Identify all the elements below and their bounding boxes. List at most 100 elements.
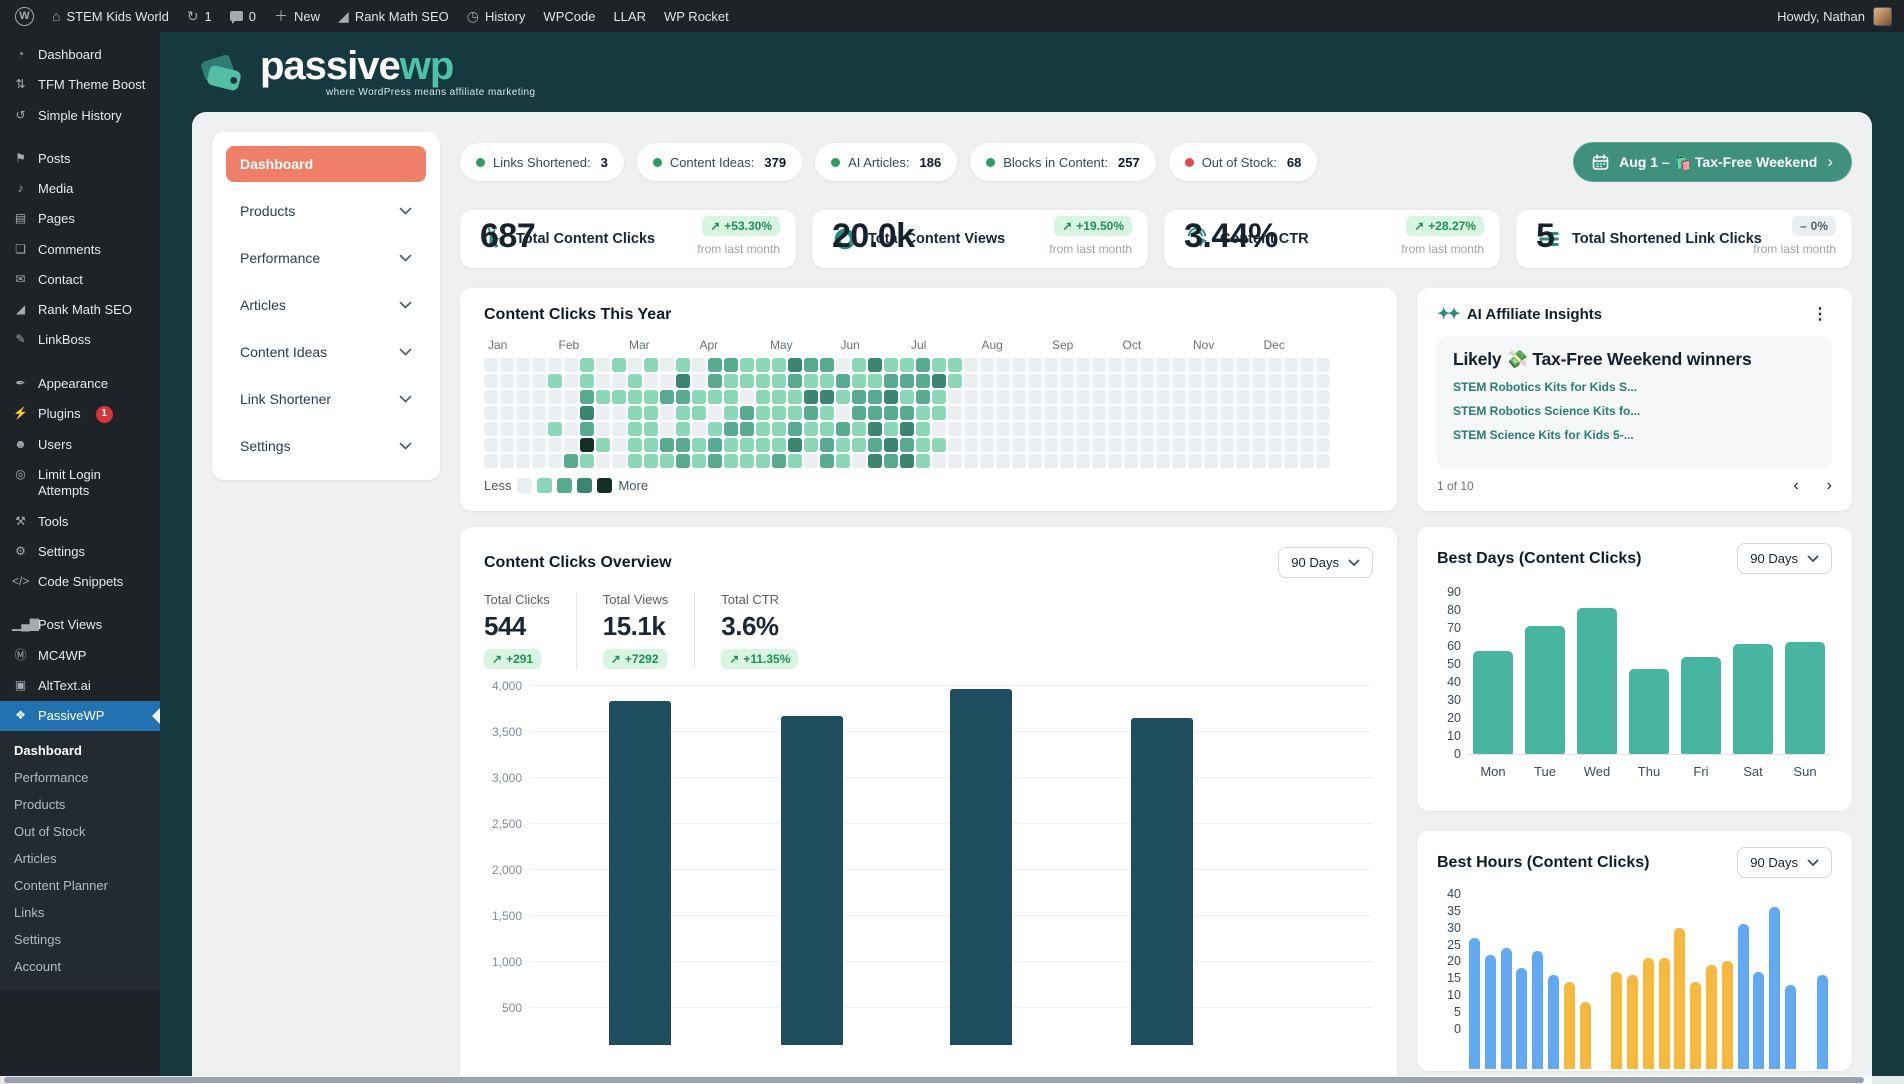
prev-insight-button[interactable]: ‹ xyxy=(1793,477,1798,495)
heat-cell xyxy=(1188,438,1202,452)
status-pill-links-shortened[interactable]: Links Shortened:3 xyxy=(460,143,624,181)
submenu-item-links[interactable]: Links xyxy=(0,899,160,926)
submenu-item-content-planner[interactable]: Content Planner xyxy=(0,872,160,899)
pill-label: Out of Stock: xyxy=(1202,155,1277,170)
plugin-menu-products[interactable]: Products xyxy=(226,193,426,229)
heat-cell xyxy=(916,390,930,404)
adminbar-new[interactable]: ＋New xyxy=(265,0,329,32)
heat-cell xyxy=(1284,406,1298,420)
overview-stat-value: 15.1k xyxy=(603,611,669,642)
plugin-menu-settings[interactable]: Settings xyxy=(226,428,426,464)
heat-cell xyxy=(676,454,690,468)
sidebar-item-plugins[interactable]: ⚡Plugins1 xyxy=(0,399,160,430)
overview-range-select[interactable]: 90 Days xyxy=(1278,547,1373,578)
adminbar-item-history[interactable]: ◷History xyxy=(458,0,535,32)
sidebar-item-settings[interactable]: ⚙Settings xyxy=(0,537,160,567)
plugin-menu-content-ideas[interactable]: Content Ideas xyxy=(226,334,426,370)
howdy-text[interactable]: Howdy, Nathan xyxy=(1777,9,1865,24)
best-days-range-select[interactable]: 90 Days xyxy=(1737,543,1832,574)
adminbar-item-wpcode[interactable]: WPCode xyxy=(534,0,604,32)
sidebar-item-pages[interactable]: ▤Pages xyxy=(0,204,160,234)
account-menu[interactable]: Howdy, Nathan xyxy=(1777,7,1892,26)
site-name-label: STEM Kids World xyxy=(66,9,168,24)
heatmap-row xyxy=(484,454,1373,468)
horizontal-scrollbar[interactable] xyxy=(0,1076,1904,1084)
sidebar-item-rank-math-seo[interactable]: ◢Rank Math SEO xyxy=(0,295,160,325)
insight-link[interactable]: STEM Science Kits for Kids 5-... xyxy=(1453,428,1816,442)
plugin-menu-label: Articles xyxy=(240,297,286,313)
sidebar-item-users[interactable]: ☻Users xyxy=(0,430,160,460)
plugin-menu-link-shortener[interactable]: Link Shortener xyxy=(226,381,426,417)
status-pill-ai-articles[interactable]: AI Articles:186 xyxy=(815,143,957,181)
stat-card-title: Total Shortened Link Clicks xyxy=(1572,231,1762,247)
scrollbar-thumb[interactable] xyxy=(4,1077,1864,1083)
heat-cell xyxy=(948,406,962,420)
sidebar-item-media[interactable]: ♪Media xyxy=(0,174,160,204)
sidebar-item-limit-login-attempts[interactable]: ◎Limit Login Attempts xyxy=(0,460,160,507)
adminbar-item-wp-rocket[interactable]: WP Rocket xyxy=(655,0,738,32)
status-pill-content-ideas[interactable]: Content Ideas:379 xyxy=(637,143,802,181)
sidebar-item-linkboss[interactable]: ✎LinkBoss xyxy=(0,325,160,355)
submenu-item-account[interactable]: Account xyxy=(0,953,160,980)
heat-cell xyxy=(1092,422,1106,436)
status-pill-blocks-in-content[interactable]: Blocks in Content:257 xyxy=(970,143,1155,181)
heat-cell xyxy=(724,358,738,372)
plugin-menu-label: Content Ideas xyxy=(240,344,327,360)
insight-link[interactable]: STEM Robotics Science Kits fo... xyxy=(1453,404,1816,418)
adminbar-item-rank-math-seo[interactable]: ◢Rank Math SEO xyxy=(329,0,458,32)
bar-sun xyxy=(1785,642,1825,754)
heat-cell xyxy=(676,438,690,452)
heat-cell xyxy=(1204,406,1218,420)
sidebar-item-tools[interactable]: ⚒Tools xyxy=(0,507,160,537)
heat-cell xyxy=(836,358,850,372)
insight-link[interactable]: STEM Robotics Kits for Kids S... xyxy=(1453,380,1816,394)
submenu-item-products[interactable]: Products xyxy=(0,791,160,818)
adminbar-comments[interactable]: 0 xyxy=(221,0,265,32)
sidebar-item-tfm-theme-boost[interactable]: ⇅TFM Theme Boost xyxy=(0,70,160,100)
sidebar-item-alttext-ai[interactable]: ▣AltText.ai xyxy=(0,671,160,701)
heat-cell xyxy=(868,422,882,436)
submenu-item-articles[interactable]: Articles xyxy=(0,845,160,872)
x-axis-label: Wed xyxy=(1571,764,1623,779)
submenu-item-dashboard[interactable]: Dashboard xyxy=(0,737,160,764)
wp-logo-menu[interactable]: W xyxy=(6,0,43,32)
sidebar-item-passivewp[interactable]: ❖PassiveWP xyxy=(0,701,160,731)
heat-cell xyxy=(836,390,850,404)
heat-cell xyxy=(788,422,802,436)
sidebar-item-posts[interactable]: ⚑Posts xyxy=(0,144,160,174)
overview-stat-total-views: Total Views15.1k↗+7292 xyxy=(603,592,696,669)
sidebar-item-mc4wp[interactable]: ⓂMC4WP xyxy=(0,641,160,671)
sidebar-item-dashboard[interactable]: ◔Dashboard xyxy=(0,40,160,70)
adminbar-site-name[interactable]: ⌂STEM Kids World xyxy=(43,0,178,32)
sidebar-item-simple-history[interactable]: ↺Simple History xyxy=(0,101,160,131)
trend-badge: –0% xyxy=(1792,216,1836,236)
heat-cell xyxy=(1204,374,1218,388)
event-button[interactable]: Aug 1 – 🛍️ Tax-Free Weekend› xyxy=(1573,142,1852,182)
plugin-menu-dashboard[interactable]: Dashboard xyxy=(226,146,426,182)
adminbar-updates[interactable]: ↻1 xyxy=(178,0,221,32)
submenu-item-settings[interactable]: Settings xyxy=(0,926,160,953)
status-pill-out-of-stock[interactable]: Out of Stock:68 xyxy=(1169,143,1318,181)
overview-stat-value: 3.6% xyxy=(721,611,798,642)
bar-fri xyxy=(1681,657,1721,754)
dashboard-icon: ◔ xyxy=(12,47,29,63)
heat-cell xyxy=(516,406,530,420)
sidebar-item-comments[interactable]: ❏Comments xyxy=(0,235,160,265)
sidebar-item-post-views[interactable]: ▁▄▇Post Views xyxy=(0,610,160,640)
kebab-menu-icon[interactable]: ⋮ xyxy=(1808,304,1832,324)
plus-icon: ＋ xyxy=(274,9,288,23)
heat-cell xyxy=(1156,422,1170,436)
sidebar-item-contact[interactable]: ✉Contact xyxy=(0,265,160,295)
sidebar-item-code-snippets[interactable]: </>Code Snippets xyxy=(0,567,160,597)
next-insight-button[interactable]: › xyxy=(1827,477,1832,495)
avatar[interactable] xyxy=(1873,7,1892,26)
submenu-item-out-of-stock[interactable]: Out of Stock xyxy=(0,818,160,845)
sidebar-item-appearance[interactable]: ✒Appearance xyxy=(0,369,160,399)
plugin-menu-performance[interactable]: Performance xyxy=(226,240,426,276)
heat-cell xyxy=(1012,438,1026,452)
heat-cell xyxy=(1236,406,1250,420)
adminbar-item-llar[interactable]: LLAR xyxy=(604,0,655,32)
plugin-menu-articles[interactable]: Articles xyxy=(226,287,426,323)
best-hours-range-select[interactable]: 90 Days xyxy=(1737,847,1832,878)
submenu-item-performance[interactable]: Performance xyxy=(0,764,160,791)
